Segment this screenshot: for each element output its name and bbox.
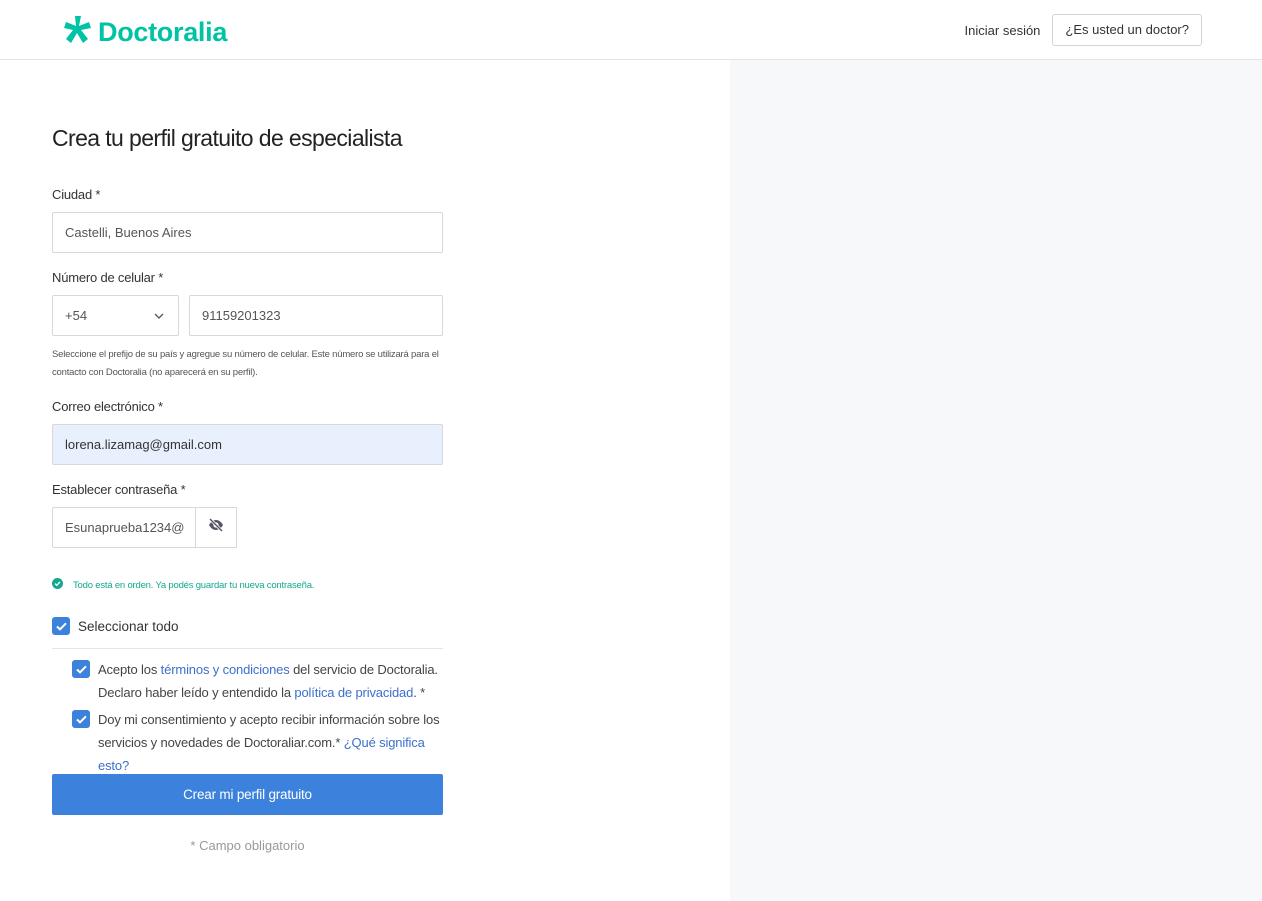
- login-link[interactable]: Iniciar sesión: [965, 23, 1041, 38]
- email-input-value: lorena.lizamag@gmail.com: [65, 437, 222, 452]
- phone-number-value: 91159201323: [202, 308, 281, 323]
- city-input[interactable]: Castelli, Buenos Aires: [52, 212, 443, 253]
- phone-prefix-value: +54: [65, 308, 88, 323]
- marketing-consent-row: Doy mi consentimiento y acepto recibir i…: [72, 710, 443, 777]
- password-success-text: Todo está en orden. Ya podés guardar tu …: [73, 579, 315, 591]
- terms-link[interactable]: términos y condiciones: [161, 662, 290, 677]
- divider: [52, 648, 443, 649]
- select-all-row: Seleccionar todo: [52, 617, 179, 635]
- toggle-password-visibility-button[interactable]: [195, 507, 237, 548]
- terms-text: Acepto los términos y condiciones del se…: [98, 658, 443, 704]
- chevron-down-icon: [154, 309, 164, 324]
- right-side-panel: [730, 60, 1262, 901]
- password-success-message: Todo está en orden. Ya podés guardar tu …: [52, 578, 314, 592]
- logo[interactable]: Doctoralia: [62, 14, 227, 51]
- city-input-value: Castelli, Buenos Aires: [65, 225, 192, 240]
- email-label: Correo electrónico *: [52, 399, 163, 414]
- check-circle-icon: [52, 578, 63, 592]
- password-label: Establecer contraseña *: [52, 482, 186, 497]
- privacy-policy-link[interactable]: política de privacidad: [294, 685, 413, 700]
- phone-prefix-select[interactable]: +54: [52, 295, 179, 336]
- terms-text-after: . *: [413, 685, 426, 700]
- phone-label: Número de celular *: [52, 270, 164, 285]
- terms-text-before: Acepto los: [98, 662, 161, 677]
- select-all-label[interactable]: Seleccionar todo: [78, 619, 179, 634]
- email-input[interactable]: lorena.lizamag@gmail.com: [52, 424, 443, 465]
- create-profile-button[interactable]: Crear mi perfil gratuito: [52, 774, 443, 815]
- logo-text: Doctoralia: [98, 17, 228, 47]
- password-input[interactable]: Esunaprueba1234@: [52, 507, 196, 548]
- eye-slash-icon: [208, 517, 224, 537]
- phone-hint: Seleccione el prefijo de su país y agreg…: [52, 349, 439, 378]
- marketing-text: Doy mi consentimiento y acepto recibir i…: [98, 708, 443, 777]
- city-label: Ciudad *: [52, 187, 101, 202]
- page-title: Crea tu perfil gratuito de especialista: [52, 125, 403, 151]
- terms-checkbox[interactable]: [72, 660, 90, 678]
- are-you-doctor-button[interactable]: ¿Es usted un doctor?: [1052, 14, 1202, 46]
- required-field-note: * Campo obligatorio: [190, 838, 305, 853]
- select-all-checkbox[interactable]: [52, 617, 70, 635]
- password-input-value: Esunaprueba1234@: [65, 520, 185, 535]
- terms-consent-row: Acepto los términos y condiciones del se…: [72, 660, 443, 704]
- top-bar: Doctoralia Iniciar sesión ¿Es usted un d…: [0, 0, 1262, 60]
- logo-star-icon: [62, 14, 94, 51]
- phone-number-input[interactable]: 91159201323: [189, 295, 443, 336]
- marketing-checkbox[interactable]: [72, 710, 90, 728]
- header-actions: Iniciar sesión ¿Es usted un doctor?: [965, 14, 1202, 46]
